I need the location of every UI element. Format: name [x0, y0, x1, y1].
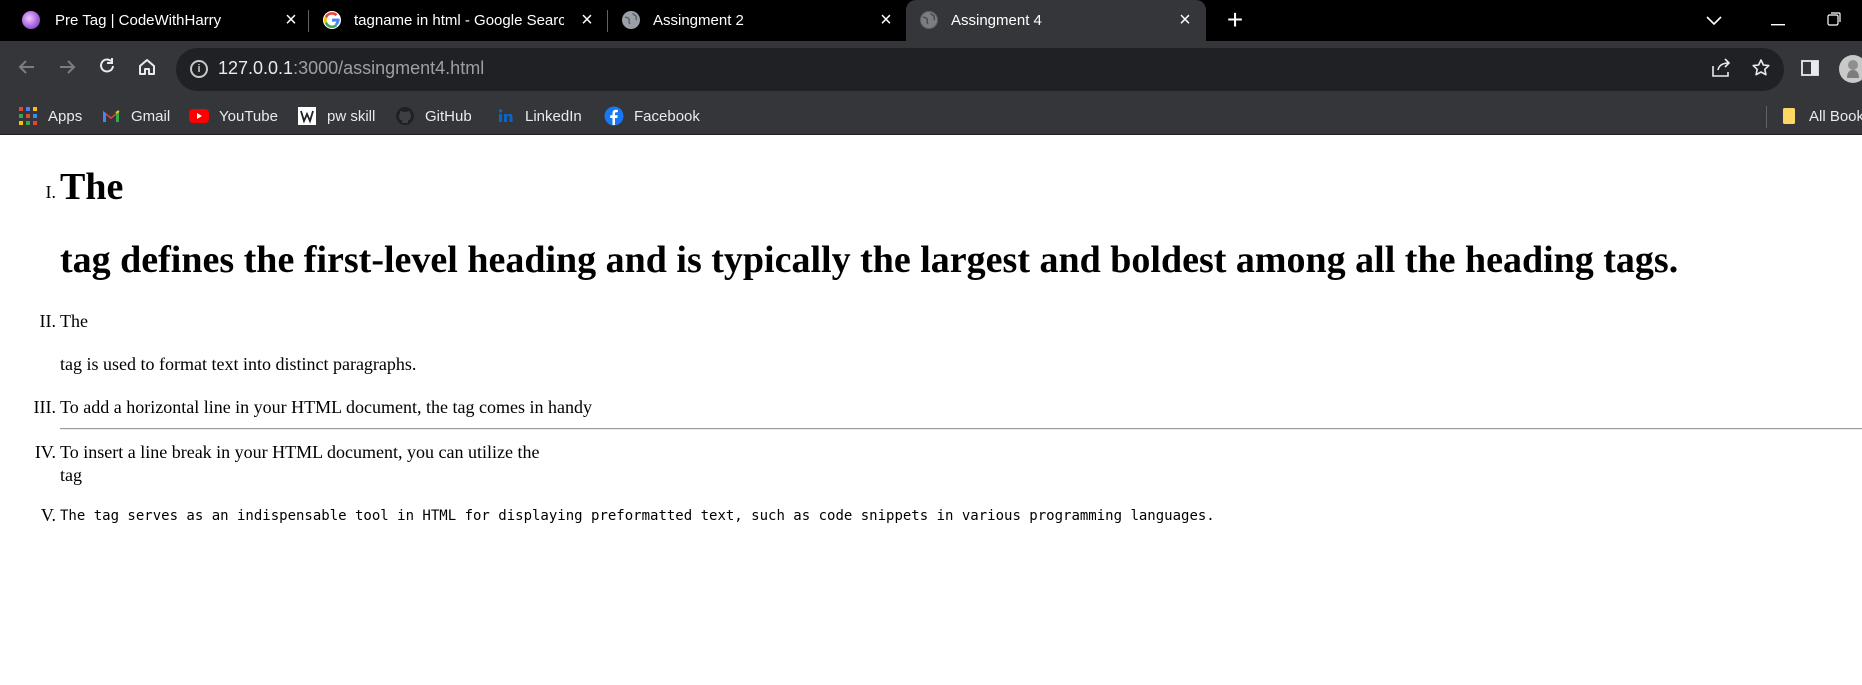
- list-marker: III.: [33, 397, 56, 417]
- forward-button[interactable]: [54, 57, 80, 83]
- tab-title: Assingment 4: [951, 12, 1042, 29]
- bookmark-label: Gmail: [131, 107, 171, 125]
- tab-title: tagname in html - Google Search: [354, 12, 564, 29]
- home-button[interactable]: [134, 57, 160, 83]
- github-icon: [395, 106, 415, 126]
- apps-grid-icon: [18, 106, 38, 126]
- share-icon[interactable]: [1709, 58, 1733, 82]
- folder-icon: [1779, 106, 1799, 126]
- youtube-icon: [189, 106, 209, 126]
- new-tab-button[interactable]: +: [1223, 6, 1247, 34]
- page-content: I. The tag defines the first-level headi…: [0, 135, 1862, 685]
- close-tab-icon[interactable]: ×: [576, 9, 598, 31]
- bookmark-linkedin[interactable]: LinkedIn: [495, 104, 582, 128]
- back-button[interactable]: [14, 57, 40, 83]
- google-icon: [323, 11, 341, 29]
- bookmark-label: LinkedIn: [525, 107, 582, 125]
- bookmark-label: YouTube: [219, 107, 278, 125]
- bookmark-label: All Bookmarks: [1809, 107, 1862, 125]
- bookmark-apps[interactable]: Apps: [18, 104, 82, 128]
- horizontal-rule: [60, 428, 1862, 430]
- paragraph-line: tag: [60, 465, 82, 485]
- bookmark-star-icon[interactable]: [1749, 58, 1773, 82]
- tab-assingment-4[interactable]: Assingment 4 ×: [906, 0, 1206, 41]
- profile-avatar-icon[interactable]: [1838, 54, 1862, 84]
- address-bar[interactable]: i 127.0.0.1:3000/assingment4.html: [176, 48, 1784, 91]
- minimize-icon[interactable]: [1766, 8, 1790, 32]
- pw-skill-icon: [297, 106, 317, 126]
- browser-toolbar: i 127.0.0.1:3000/assingment4.html: [0, 41, 1862, 98]
- close-tab-icon[interactable]: ×: [875, 9, 897, 31]
- paragraph-line: To insert a line break in your HTML docu…: [60, 442, 540, 462]
- codewithharry-icon: [22, 11, 40, 29]
- bookmark-gmail[interactable]: Gmail: [101, 104, 170, 128]
- gmail-icon: [101, 106, 121, 126]
- paragraph-line: To add a horizontal line in your HTML do…: [60, 397, 592, 417]
- list-marker: IV.: [34, 442, 56, 462]
- paragraph-line: tag is used to format text into distinct…: [60, 354, 417, 374]
- bookmark-label: pw skill: [327, 107, 376, 125]
- url-path: :3000/assingment4.html: [293, 58, 485, 78]
- tab-title: Assingment 2: [653, 12, 744, 29]
- facebook-icon: [604, 106, 624, 126]
- bookmarks-separator: [1766, 106, 1767, 128]
- tab-assingment-2[interactable]: Assingment 2 ×: [608, 0, 906, 41]
- heading-line: tag defines the first-level heading and …: [60, 239, 1679, 281]
- close-tab-icon[interactable]: ×: [1174, 9, 1196, 31]
- bookmark-facebook[interactable]: Facebook: [604, 104, 700, 128]
- url-host: 127.0.0.1: [218, 58, 294, 78]
- url-text: 127.0.0.1:3000/assingment4.html: [218, 58, 484, 79]
- close-tab-icon[interactable]: ×: [280, 9, 302, 31]
- globe-icon: [920, 11, 938, 29]
- linkedin-icon: [495, 106, 515, 126]
- paragraph-line: The: [60, 311, 88, 331]
- tab-google-search[interactable]: tagname in html - Google Search ×: [309, 0, 607, 41]
- side-panel-icon[interactable]: [1800, 58, 1824, 82]
- list-marker: II.: [39, 311, 57, 331]
- list-marker: I.: [45, 182, 57, 202]
- tab-pre-tag[interactable]: Pre Tag | CodeWithHarry ×: [0, 0, 307, 41]
- bookmarks-bar: Apps Gmail YouTube pw skill GitHub Linke…: [0, 98, 1862, 135]
- bookmark-label: Facebook: [634, 107, 700, 125]
- bookmark-youtube[interactable]: YouTube: [189, 104, 278, 128]
- restore-icon[interactable]: [1822, 8, 1846, 32]
- reload-button[interactable]: [94, 57, 120, 83]
- heading-line: The: [60, 166, 124, 208]
- preformatted-text: The tag serves as an indispensable tool …: [60, 508, 1215, 524]
- bookmark-label: GitHub: [425, 107, 472, 125]
- list-marker: V.: [40, 505, 56, 525]
- bookmark-github[interactable]: GitHub: [395, 104, 472, 128]
- bookmark-label: Apps: [48, 107, 83, 125]
- tab-strip: Pre Tag | CodeWithHarry × tagname in htm…: [0, 0, 1862, 41]
- bookmark-pw-skill[interactable]: pw skill: [297, 104, 375, 128]
- tab-search-chevron-icon[interactable]: [1702, 8, 1726, 32]
- site-info-icon[interactable]: i: [190, 60, 208, 78]
- globe-icon: [622, 11, 640, 29]
- tab-title: Pre Tag | CodeWithHarry: [55, 12, 222, 29]
- bookmark-all-bookmarks[interactable]: All Bookmarks: [1779, 104, 1862, 128]
